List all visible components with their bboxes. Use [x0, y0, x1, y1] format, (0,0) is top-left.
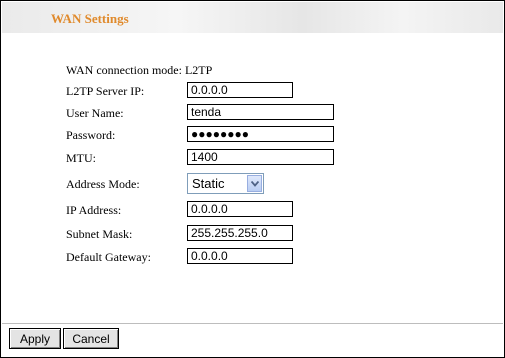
subnet-mask-label: Subnet Mask:: [66, 227, 133, 241]
user-name-label: User Name:: [66, 106, 124, 120]
cancel-button[interactable]: Cancel: [63, 328, 119, 349]
footer-divider: [2, 323, 503, 324]
connection-mode-label: WAN connection mode: L2TP: [66, 63, 212, 77]
chevron-down-glyph: [251, 181, 259, 187]
subnet-mask-input[interactable]: [187, 225, 293, 241]
user-name-input[interactable]: [187, 104, 334, 120]
title-bar: WAN Settings: [2, 2, 503, 33]
ip-address-label: IP Address:: [66, 203, 122, 217]
password-input[interactable]: [187, 126, 334, 142]
ip-address-input[interactable]: [187, 201, 293, 217]
mtu-label: MTU:: [66, 151, 96, 165]
mtu-input[interactable]: [187, 149, 334, 165]
apply-button[interactable]: Apply: [9, 328, 61, 349]
address-mode-select[interactable]: Static: [187, 173, 264, 194]
password-label: Password:: [66, 128, 116, 142]
default-gateway-label: Default Gateway:: [66, 250, 151, 264]
default-gateway-input[interactable]: [187, 248, 293, 264]
wan-settings-panel: WAN Settings WAN connection mode: L2TP L…: [0, 0, 505, 358]
server-ip-input[interactable]: [187, 82, 293, 98]
connection-mode-value: L2TP: [184, 63, 213, 77]
chevron-down-icon[interactable]: [247, 175, 262, 192]
connection-mode-label-text: WAN connection mode:: [66, 63, 182, 77]
address-mode-value: Static: [192, 176, 225, 191]
page-title: WAN Settings: [51, 11, 129, 26]
server-ip-label: L2TP Server IP:: [66, 84, 145, 98]
address-mode-label: Address Mode:: [66, 177, 140, 191]
